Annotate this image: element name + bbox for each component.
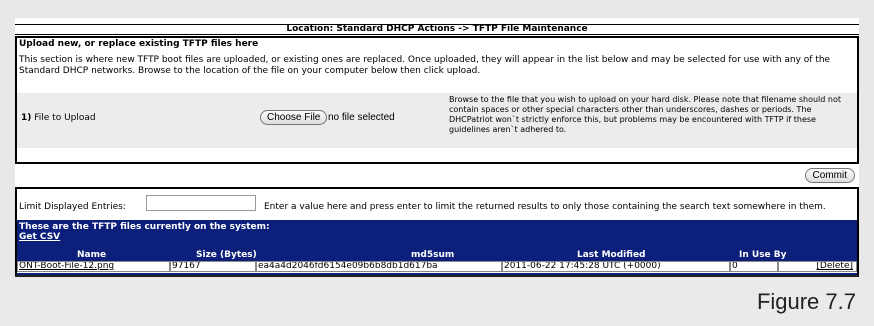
upload-section: Upload new, or replace existing TFTP fil…: [15, 36, 859, 164]
page-title: Location: Standard DHCP Actions -> TFTP …: [15, 24, 859, 35]
table-cell-name: ONT-Boot-File-12.png: [17, 261, 170, 272]
table-cell-md5sum: ea4a4d2046fd6154e09b6b8db1d617ba: [256, 261, 502, 272]
filter-help: Enter a value here and press enter to li…: [264, 202, 826, 212]
delete-link[interactable]: [Delete]: [816, 262, 853, 271]
upload-description: This section is where new TFTP boot file…: [19, 55, 831, 76]
column-header-size[interactable]: Size (Bytes): [196, 250, 257, 260]
file-upload-help: Browse to the file that you wish to uplo…: [449, 95, 841, 134]
file-table-title: These are the TFTP files currently on th…: [19, 222, 270, 232]
file-table: These are the TFTP files currently on th…: [17, 220, 857, 275]
no-file-selected-text: no file selected: [328, 112, 395, 123]
file-upload-row: 1) File to Upload Choose File no file se…: [17, 93, 857, 148]
table-cell-in-use-by: 0: [730, 261, 778, 272]
step-number: 1): [21, 113, 32, 123]
table-cell-size: 97167: [170, 261, 256, 272]
column-header-name[interactable]: Name: [77, 250, 106, 260]
figure-caption-area: Figure 7.7: [0, 278, 874, 326]
figure-label: Figure 7.7: [756, 289, 856, 314]
upload-heading: Upload new, or replace existing TFTP fil…: [19, 39, 259, 49]
get-csv-link[interactable]: Get CSV: [19, 232, 60, 242]
table-cell-last-modified: 2011-06-22 17:45:28 UTC (+0000): [502, 261, 730, 272]
column-header-md5sum[interactable]: md5sum: [411, 250, 454, 260]
filter-row: Limit Displayed Entries: Enter a value h…: [17, 189, 857, 215]
filter-input[interactable]: [146, 195, 256, 211]
choose-file-button[interactable]: Choose File: [260, 110, 328, 125]
main-panel: Location: Standard DHCP Actions -> TFTP …: [15, 18, 859, 277]
file-list-section: Limit Displayed Entries: Enter a value h…: [15, 187, 859, 275]
column-header-last-modified[interactable]: Last Modified: [577, 250, 645, 260]
filter-label: Limit Displayed Entries:: [19, 202, 126, 212]
file-upload-label: 1) File to Upload: [21, 113, 96, 123]
column-header-in-use-by[interactable]: In Use By: [739, 250, 787, 260]
table-row: ONT-Boot-File-12.png 97167 ea4a4d2046fd6…: [17, 261, 857, 273]
commit-row: Commit: [15, 166, 859, 186]
screenshot-frame: Location: Standard DHCP Actions -> TFTP …: [0, 0, 874, 326]
file-label-text: File to Upload: [34, 113, 96, 123]
commit-button[interactable]: Commit: [804, 168, 855, 183]
table-cell-action: [Delete]: [778, 261, 857, 272]
file-name-link[interactable]: ONT-Boot-File-12.png: [19, 262, 114, 271]
